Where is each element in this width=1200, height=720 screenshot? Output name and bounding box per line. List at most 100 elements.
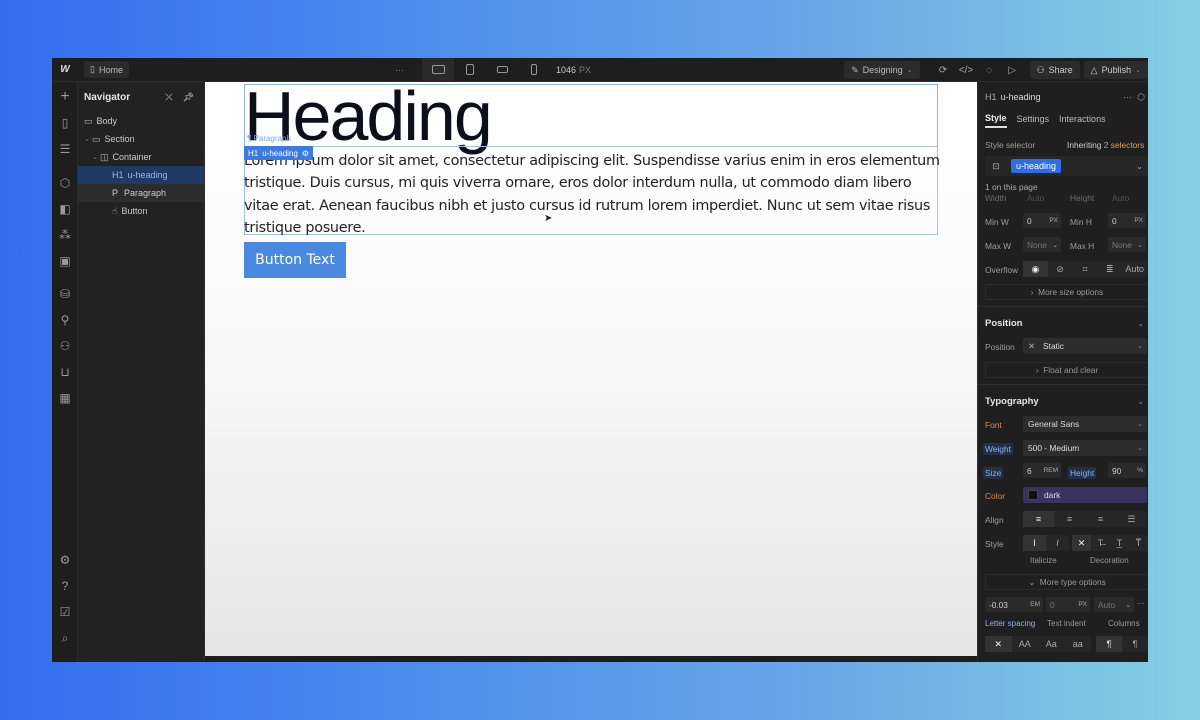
rtl-direction-icon[interactable]: ¶ (1122, 636, 1148, 652)
navigator-icon[interactable]: ☰ (52, 142, 78, 156)
height-value[interactable]: Auto (1112, 194, 1129, 202)
underline-icon[interactable]: T̲ (1110, 535, 1129, 551)
settings-icon[interactable]: ⚙ (52, 553, 78, 567)
component-icon[interactable]: ⬡ (1137, 92, 1145, 102)
share-button[interactable]: ⚇ Share (1029, 61, 1080, 79)
mode-dropdown[interactable]: ✎ Designing ⌄ (844, 61, 920, 79)
font-size-unit[interactable]: REM (1044, 467, 1058, 474)
heading-element[interactable]: Heading (244, 82, 493, 156)
sync-icon[interactable]: ⟳ (932, 65, 955, 76)
text-indent-unit[interactable]: PX (1078, 601, 1087, 608)
min-width-input[interactable]: 0 PX (1023, 213, 1061, 228)
position-dropdown[interactable]: ✕ Static ⌄ (1023, 338, 1147, 354)
navigator-item-heading[interactable]: H1 u-heading (78, 166, 204, 184)
navigator-item-paragraph[interactable]: P Paragraph (78, 184, 204, 202)
style-selectors-icon[interactable]: ◧ (52, 202, 78, 216)
min-width-unit[interactable]: PX (1049, 217, 1058, 224)
more-icon[interactable]: ··· (1137, 599, 1145, 608)
align-justify-icon[interactable]: ☰ (1116, 511, 1147, 527)
help-icon[interactable]: ? (52, 579, 78, 593)
chevron-down-icon[interactable]: ⌄ (1136, 161, 1143, 171)
collapse-all-icon[interactable]: ⤫ (165, 92, 172, 103)
text-indent-input[interactable]: 0 PX (1046, 597, 1090, 612)
tab-interactions[interactable]: Interactions (1059, 110, 1106, 128)
max-width-input[interactable]: None ⌄ (1023, 237, 1061, 252)
pages-icon[interactable]: ▯ (52, 116, 78, 130)
more-options-icon[interactable]: ··· (395, 65, 404, 75)
chevron-down-icon[interactable]: ⌄ (1126, 601, 1131, 609)
page-selector-button[interactable]: ▯ Home (84, 61, 129, 78)
overflow-auto-option[interactable]: Auto (1122, 261, 1147, 277)
tab-style[interactable]: Style (985, 110, 1007, 128)
audit-checklist-icon[interactable]: ☑ (52, 605, 78, 619)
add-elements-icon[interactable]: + (52, 88, 78, 106)
inheriting-info[interactable]: Inheriting 2 selectors (1067, 140, 1144, 150)
navigator-item-body[interactable]: ▭ Body (78, 112, 204, 130)
button-element[interactable]: Button Text (244, 242, 346, 278)
color-picker-field[interactable]: dark (1023, 487, 1147, 503)
float-and-clear-button[interactable]: › Float and clear (985, 362, 1148, 378)
paragraph-element[interactable]: Lorem ipsum dolor sit amet, consectetur … (244, 150, 944, 239)
typography-section-title[interactable]: Typography (985, 396, 1039, 407)
components-icon[interactable]: ⬡ (52, 176, 78, 190)
align-left-icon[interactable]: ≡ (1023, 511, 1054, 527)
no-decoration-x-icon[interactable]: ✕ (1072, 535, 1091, 551)
navigator-item-container[interactable]: ⌄ ◫ Container (78, 148, 204, 166)
selector-chip[interactable]: u-heading (1011, 159, 1062, 173)
letter-spacing-input[interactable]: -0.03 EM (985, 597, 1043, 612)
selector-toggle-icon[interactable]: ⊡ (985, 161, 1007, 171)
strikethrough-icon[interactable]: T̶ (1091, 535, 1110, 551)
close-x-icon[interactable]: ✕ (1028, 341, 1035, 351)
uppercase-option[interactable]: AA (1012, 636, 1039, 652)
align-right-icon[interactable]: ≡ (1085, 511, 1116, 527)
apps-icon[interactable]: ▦ (52, 391, 78, 405)
assets-icon[interactable]: ▣ (52, 254, 78, 268)
chevron-down-icon[interactable]: ⌄ (1138, 241, 1143, 249)
columns-input[interactable]: Auto ⌄ (1094, 597, 1134, 612)
position-section-title[interactable]: Position (985, 318, 1022, 329)
font-size-input[interactable]: 6 REM (1023, 463, 1061, 478)
caret-down-icon[interactable]: ⌄ (92, 153, 100, 161)
more-size-options-button[interactable]: › More size options (985, 284, 1148, 300)
overline-icon[interactable]: T̅ (1129, 535, 1148, 551)
cms-icon[interactable]: ⛁ (52, 287, 78, 301)
line-height-unit[interactable]: % (1137, 467, 1143, 474)
code-icon[interactable]: </> (955, 65, 978, 76)
chevron-down-icon[interactable]: ⌄ (1053, 241, 1058, 249)
variables-icon[interactable]: ⁂ (52, 228, 78, 242)
capitalize-option[interactable]: Aa (1038, 636, 1065, 652)
chevron-down-icon[interactable]: ⌄ (1137, 397, 1144, 406)
max-height-input[interactable]: None ⌄ (1108, 237, 1146, 252)
users-icon[interactable]: ⚇ (52, 339, 78, 353)
lowercase-option[interactable]: aa (1065, 636, 1092, 652)
overflow-scroll-icon[interactable]: ⌗ (1073, 261, 1098, 277)
mobile-landscape-breakpoint-button[interactable] (486, 58, 518, 82)
webflow-logo[interactable]: W (52, 64, 78, 75)
navigator-item-section[interactable]: ⌄ ▭ Section (78, 130, 204, 148)
font-dropdown[interactable]: General Sans ⌄ (1023, 416, 1147, 432)
no-case-x-icon[interactable]: ✕ (985, 636, 1012, 652)
line-height-input[interactable]: 90% (1108, 463, 1146, 478)
logic-icon[interactable]: ⚲ (52, 313, 78, 327)
letter-spacing-unit[interactable]: EM (1030, 601, 1040, 608)
overflow-hidden-icon[interactable]: ⊘ (1048, 261, 1073, 277)
mobile-portrait-breakpoint-button[interactable] (518, 58, 550, 82)
publish-button[interactable]: △ Publish ⌄ (1083, 61, 1148, 79)
tab-settings[interactable]: Settings (1017, 110, 1050, 128)
min-height-input[interactable]: 0 PX (1108, 213, 1146, 228)
weight-dropdown[interactable]: 500 - Medium ⌄ (1023, 440, 1147, 456)
settings-gear-icon[interactable]: ⚙ (302, 149, 309, 158)
comments-icon[interactable]: ◌ (978, 65, 1001, 76)
min-height-unit[interactable]: PX (1134, 217, 1143, 224)
regular-style-icon[interactable]: I (1023, 535, 1046, 551)
caret-down-icon[interactable]: ⌄ (84, 135, 92, 143)
overflow-visible-eye-icon[interactable]: ◉ (1023, 261, 1048, 277)
align-center-icon[interactable]: ≡ (1054, 511, 1085, 527)
search-icon[interactable]: ⌕ (52, 631, 78, 646)
chevron-down-icon[interactable]: ⌄ (1137, 319, 1144, 328)
more-icon[interactable]: ··· (1123, 92, 1132, 102)
desktop-breakpoint-button[interactable] (422, 58, 454, 82)
overflow-clip-icon[interactable]: ≣ (1097, 261, 1122, 277)
preview-play-icon[interactable]: ▷ (1001, 65, 1024, 76)
selector-field[interactable]: ⊡ u-heading ⌄ (985, 156, 1148, 176)
